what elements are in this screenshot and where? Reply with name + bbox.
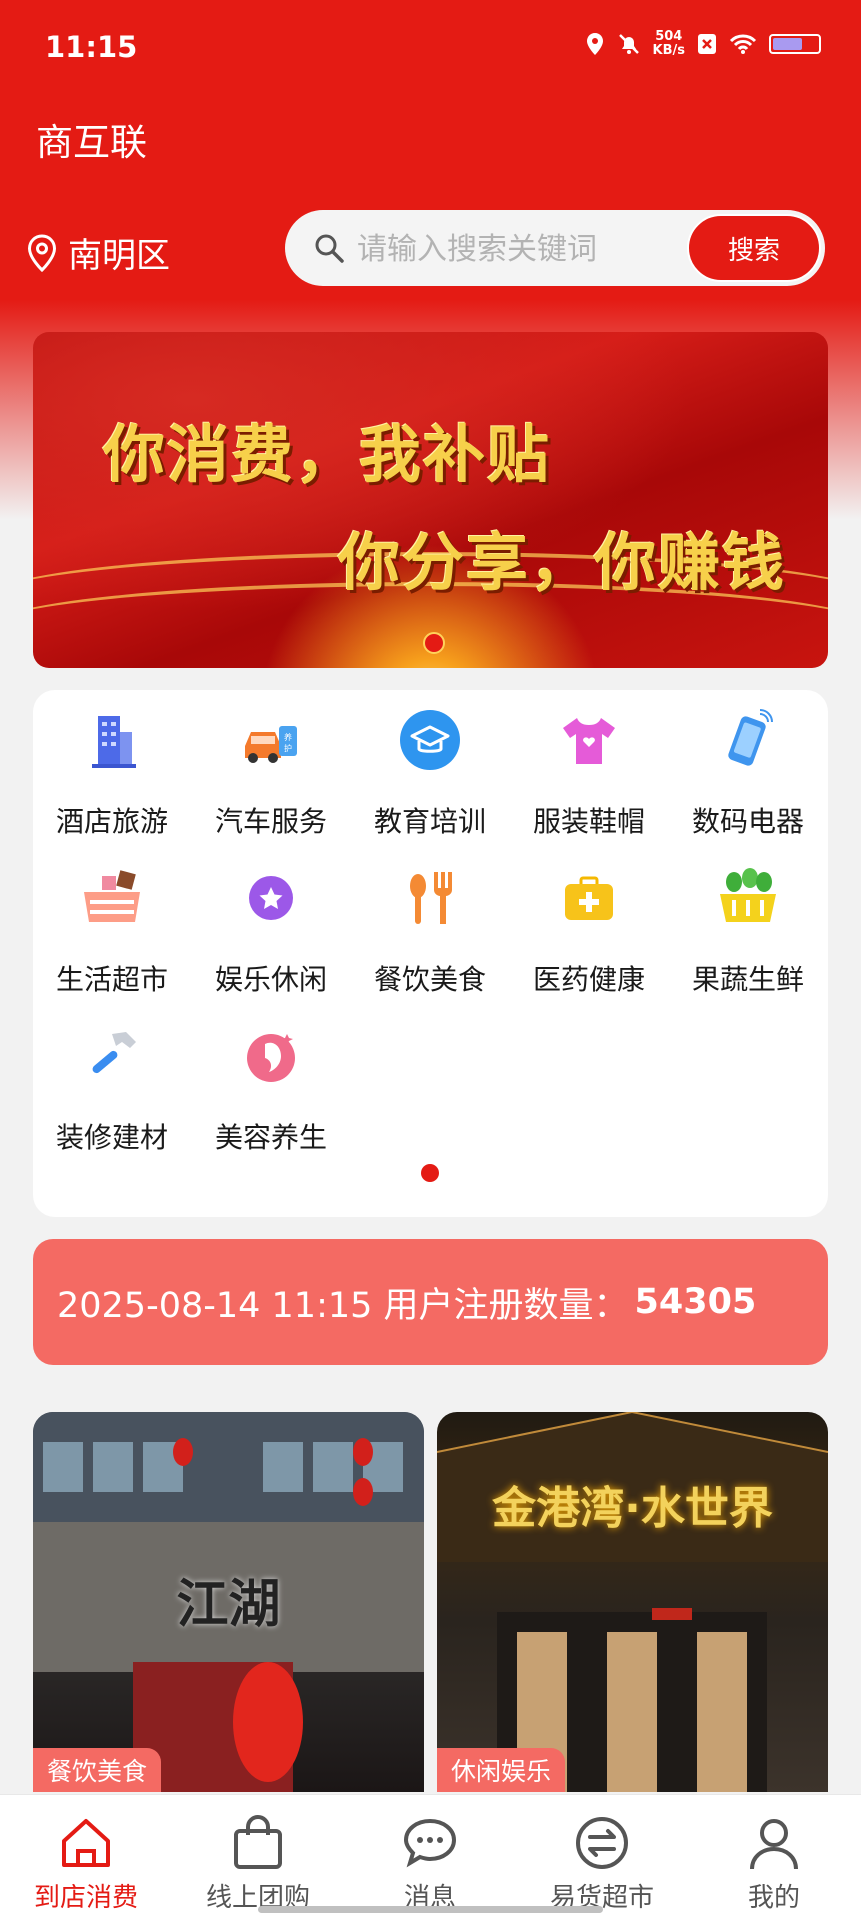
svg-text:护: 护: [284, 743, 292, 753]
stats-count: 54305: [634, 1282, 757, 1322]
tab-in-store[interactable]: 到店消费: [0, 1795, 172, 1921]
app-title: 商互联: [36, 121, 147, 164]
category-beauty[interactable]: 美容养生: [192, 1024, 350, 1174]
location-label: 南明区: [68, 236, 170, 276]
location-pin-icon: [586, 33, 603, 55]
category-label: 装修建材: [55, 1121, 168, 1154]
star-badge-icon: [249, 876, 293, 920]
tab-barter-market[interactable]: 易货超市: [516, 1795, 688, 1921]
category-renovation[interactable]: 装修建材: [33, 1024, 191, 1174]
tab-label: 到店消费: [33, 1883, 138, 1913]
mute-bell-icon: [618, 34, 639, 54]
vegetable-basket-icon: [720, 868, 776, 922]
basket-icon: [84, 870, 140, 922]
medical-kit-icon: [565, 876, 613, 920]
category-card: 酒店旅游 养护 汽车服务 教育培训 服装鞋帽 数码电器 生活超市 娱乐休闲 餐饮…: [33, 690, 828, 1217]
category-label: 美容养生: [214, 1121, 327, 1154]
tab-messages[interactable]: 消息: [344, 1795, 516, 1921]
utensils-icon: [410, 872, 452, 924]
category-label: 娱乐休闲: [214, 963, 327, 996]
category-fresh-produce[interactable]: 果蔬生鲜: [669, 866, 827, 1016]
banner-indicator-dot: [423, 632, 445, 654]
category-supermarket[interactable]: 生活超市: [33, 866, 191, 1016]
category-entertainment[interactable]: 娱乐休闲: [192, 866, 350, 1016]
bottom-tab-bar: 到店消费 线上团购 消息 易货超市 我的: [0, 1794, 861, 1921]
category-label: 生活超市: [55, 963, 168, 996]
banner-headline-2: 你分享，你赚钱: [338, 526, 787, 599]
banner-headline-1: 你消费，我补贴: [103, 418, 552, 491]
car-service-icon: 养护: [245, 726, 297, 763]
chat-bubble-icon: [403, 1818, 457, 1868]
location-pin-icon: [27, 233, 57, 272]
status-icons: 504 KB/s: [585, 30, 821, 58]
store-photo: [437, 1412, 828, 1792]
phone-icon: [728, 709, 773, 766]
svg-text:养: 养: [284, 732, 292, 742]
store-card[interactable]: 江湖 餐饮美食: [33, 1412, 424, 1792]
search-bar: 搜索: [285, 210, 825, 286]
store-card[interactable]: 金港湾·水世界 休闲娱乐: [437, 1412, 828, 1792]
status-time: 11:15: [45, 30, 138, 64]
search-button[interactable]: 搜索: [687, 214, 821, 282]
tab-label: 我的: [747, 1883, 800, 1913]
store-category-tag: 餐饮美食: [33, 1748, 162, 1792]
store-category-tag: 休闲娱乐: [437, 1748, 566, 1792]
home-indicator[interactable]: [258, 1906, 603, 1913]
category-medical[interactable]: 医药健康: [510, 866, 668, 1016]
wifi-icon: [729, 34, 757, 54]
net-speed: 504 KB/s: [652, 29, 685, 58]
category-page-indicator: [421, 1164, 439, 1182]
category-food[interactable]: 餐饮美食: [351, 866, 509, 1016]
graduation-cap-icon: [400, 710, 460, 770]
beauty-face-icon: [247, 1034, 295, 1082]
category-label: 酒店旅游: [55, 805, 168, 838]
category-label: 餐饮美食: [373, 963, 486, 996]
tab-profile[interactable]: 我的: [688, 1795, 860, 1921]
category-label: 果蔬生鲜: [691, 963, 804, 996]
category-label: 教育培训: [373, 805, 486, 838]
store-sign: 江湖: [176, 1575, 281, 1635]
promo-banner[interactable]: 你消费，我补贴 你分享，你赚钱: [33, 332, 828, 668]
registration-stats: 2025-08-14 11:15 用户注册数量： 54305: [33, 1239, 828, 1365]
category-car-service[interactable]: 养护 汽车服务: [192, 708, 350, 858]
search-input[interactable]: [355, 220, 659, 278]
sim-x-icon: [698, 34, 716, 54]
category-label: 汽车服务: [214, 805, 327, 838]
category-education[interactable]: 教育培训: [351, 708, 509, 858]
category-digital[interactable]: 数码电器: [669, 708, 827, 858]
category-label: 数码电器: [691, 805, 804, 838]
status-bar: 11:15 504 KB/s: [0, 0, 861, 100]
battery-icon: [769, 34, 821, 54]
exchange-icon: [576, 1817, 628, 1869]
category-clothing[interactable]: 服装鞋帽: [510, 708, 668, 858]
tab-group-buy[interactable]: 线上团购: [172, 1795, 344, 1921]
user-icon: [750, 1819, 798, 1870]
hammer-icon: [92, 1032, 136, 1074]
stats-text: 2025-08-14 11:15 用户注册数量：: [57, 1285, 629, 1326]
category-label: 服装鞋帽: [532, 805, 645, 838]
category-hotel-travel[interactable]: 酒店旅游: [33, 708, 191, 858]
storefront-icon: [62, 1819, 110, 1867]
search-icon: [315, 234, 344, 263]
store-sign: 金港湾·水世界: [492, 1483, 773, 1534]
tshirt-icon: [563, 718, 615, 764]
hotel-building-icon: [92, 716, 136, 768]
location-selector[interactable]: 南明区: [26, 228, 170, 277]
category-label: 医药健康: [532, 963, 645, 996]
shopping-bag-icon: [234, 1815, 282, 1869]
